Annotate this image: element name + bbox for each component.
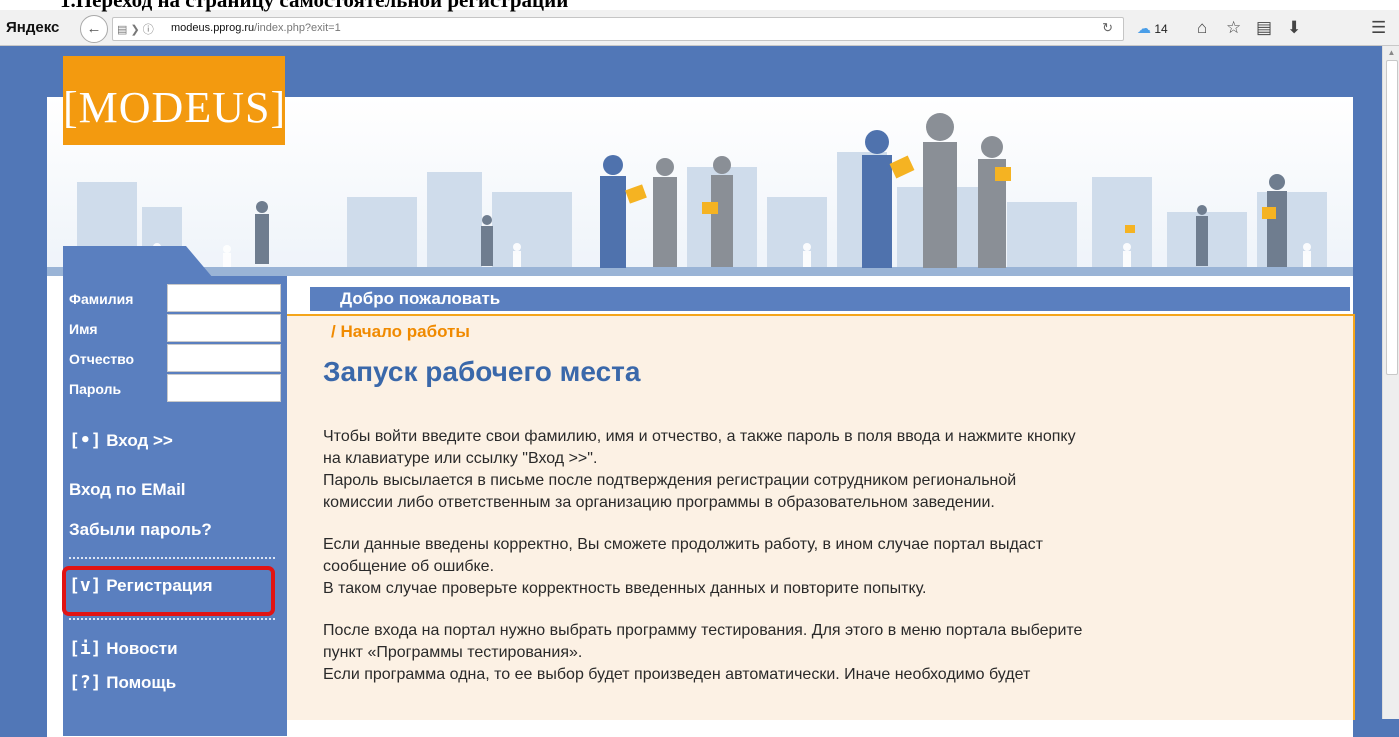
welcome-title: Добро пожаловать — [340, 289, 501, 308]
paragraph-error-info: Если данные введены корректно, Вы сможет… — [323, 534, 1313, 600]
page-viewport: [MODEUS] Фамилия Имя Отчество Пароль [•]… — [0, 46, 1381, 737]
text-line: пункт «Программы тестирования». — [323, 644, 583, 661]
help-bracket-icon: [?] — [69, 672, 102, 693]
weather-widget[interactable]: ☁ 14 — [1137, 20, 1168, 37]
vertical-scrollbar[interactable]: ▲ — [1382, 46, 1399, 719]
main-content: / Начало работы Запуск рабочего места Чт… — [287, 314, 1355, 720]
url-path: /index.php?exit=1 — [254, 22, 341, 34]
weather-temp: 14 — [1154, 22, 1168, 36]
breadcrumb[interactable]: / Начало работы — [331, 322, 470, 342]
reload-icon[interactable]: ↻ — [1102, 20, 1113, 36]
login-link-label: Вход >> — [106, 431, 173, 450]
text-line: Если программа одна, то ее выбор будет п… — [323, 666, 1031, 683]
surname-input[interactable] — [167, 284, 281, 312]
scroll-up-icon[interactable]: ▲ — [1383, 48, 1399, 57]
sidebar: Фамилия Имя Отчество Пароль [•] Вход >> … — [62, 276, 287, 736]
url-text: modeus.pprog.ru/index.php?exit=1 — [171, 22, 341, 34]
news-link-label: Новости — [106, 639, 178, 658]
sidebar-divider — [69, 557, 275, 559]
patronymic-input[interactable] — [167, 344, 281, 372]
text-line: на клавиатуре или ссылку "Вход >>". — [323, 450, 598, 467]
document-heading: 1.Переход на страницу самостоятельной ре… — [60, 0, 569, 12]
password-input[interactable] — [167, 374, 281, 402]
cloud-icon: ☁ — [1137, 20, 1151, 36]
password-label: Пароль — [69, 381, 122, 397]
welcome-bar: Добро пожаловать — [310, 287, 1350, 311]
email-login-link[interactable]: Вход по EMail — [69, 480, 186, 500]
login-bracket-icon: [•] — [69, 430, 102, 451]
name-label: Имя — [69, 321, 98, 337]
paragraph-login-instructions: Чтобы войти введите свои фамилию, имя и … — [323, 426, 1313, 514]
download-icon[interactable]: ⬇ — [1287, 18, 1301, 38]
page-title: Запуск рабочего места — [323, 356, 641, 387]
url-host: modeus.pprog.ru — [171, 22, 255, 34]
text-line: Пароль высылается в письме после подтвер… — [323, 472, 1017, 489]
address-bar[interactable]: ▤ ❯ ⓘ modeus.pprog.ru/index.php?exit=1 ↻ — [112, 17, 1124, 41]
paragraph-program-select: После входа на портал нужно выбрать прог… — [323, 620, 1313, 686]
modeus-logo[interactable]: [MODEUS] — [63, 56, 285, 145]
name-input[interactable] — [167, 314, 281, 342]
info-bracket-icon: [i] — [69, 638, 102, 659]
yandex-brand[interactable]: Яндекс — [6, 19, 59, 36]
home-icon[interactable]: ⌂ — [1197, 18, 1207, 38]
text-line: сообщение об ошибке. — [323, 558, 495, 575]
document-heading-strip: 1.Переход на страницу самостоятельной ре… — [0, 0, 1399, 12]
register-highlight-box — [62, 566, 275, 616]
scroll-thumb[interactable] — [1386, 60, 1398, 375]
text-line: Если данные введены корректно, Вы сможет… — [323, 536, 1044, 553]
menu-icon[interactable]: ☰ — [1371, 18, 1386, 38]
browser-toolbar: Яндекс ← ▤ ❯ ⓘ modeus.pprog.ru/index.php… — [0, 10, 1399, 46]
forgot-password-link[interactable]: Забыли пароль? — [69, 520, 212, 540]
patronymic-label: Отчество — [69, 351, 135, 367]
sidebar-divider-2 — [69, 618, 275, 620]
star-icon[interactable]: ☆ — [1226, 18, 1241, 38]
text-line: комиссии либо ответственным за организац… — [323, 494, 995, 511]
text-line: В таком случае проверьте корректность вв… — [323, 580, 927, 597]
reading-list-icon[interactable]: ▤ — [1256, 18, 1272, 38]
help-link[interactable]: [?] Помощь — [69, 672, 176, 693]
surname-label: Фамилия — [69, 291, 134, 307]
library-icon[interactable]: ▤ ❯ ⓘ — [117, 21, 154, 37]
logo-text: [MODEUS] — [63, 83, 287, 132]
login-link[interactable]: [•] Вход >> — [69, 430, 173, 451]
help-link-label: Помощь — [106, 673, 177, 692]
back-icon[interactable]: ← — [80, 15, 108, 43]
text-line: После входа на портал нужно выбрать прог… — [323, 622, 1083, 639]
text-line: Чтобы войти введите свои фамилию, имя и … — [323, 428, 1076, 445]
news-link[interactable]: [i] Новости — [69, 638, 178, 659]
